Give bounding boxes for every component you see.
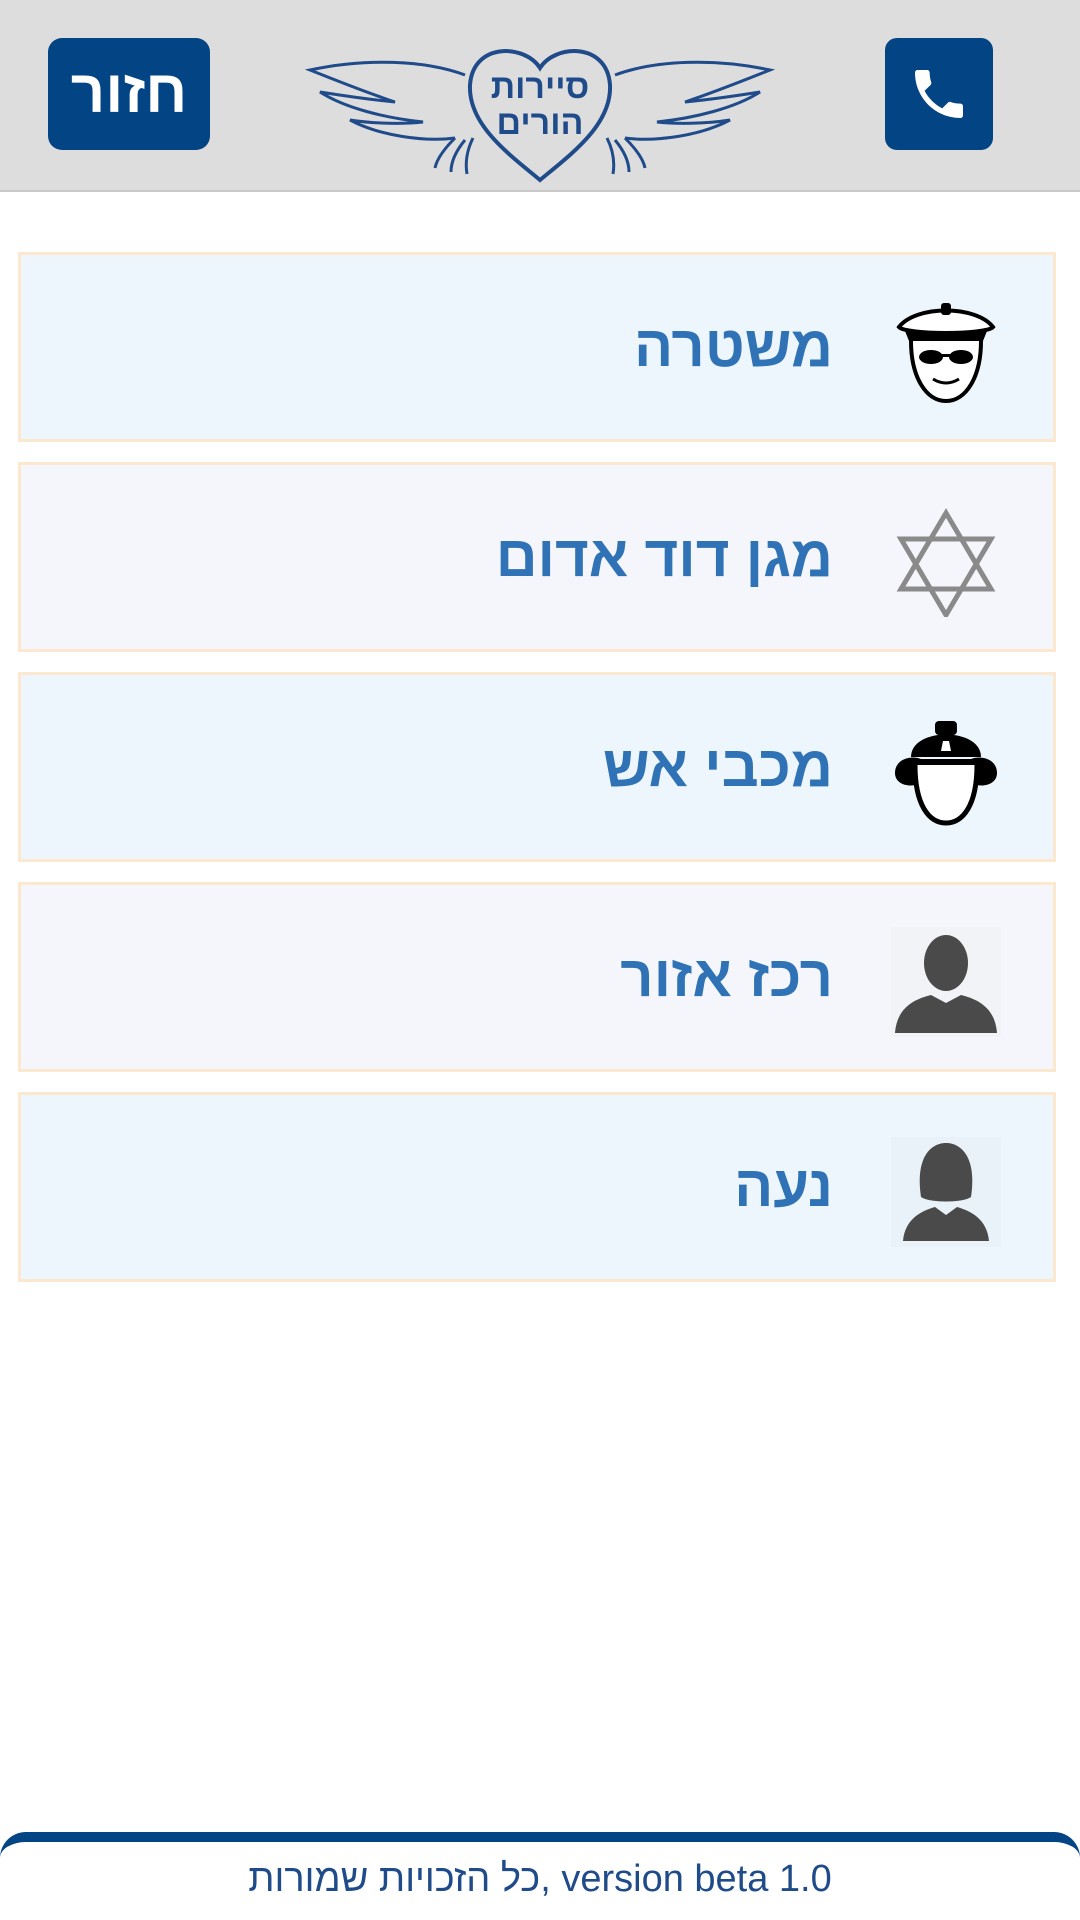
- contact-label: רכז אזור: [620, 944, 833, 1009]
- contact-label: נעה: [734, 1154, 833, 1219]
- app-header: חזור סיירות הורים: [0, 0, 1080, 192]
- star-of-david-icon: [896, 508, 996, 617]
- contact-item-mda[interactable]: מגן דוד אדום: [18, 462, 1056, 652]
- female-user-icon: [891, 1137, 1001, 1247]
- app-footer: כל הזכויות שמורות, version beta 1.0: [0, 1832, 1080, 1920]
- male-user-icon: [891, 927, 1001, 1037]
- emergency-contacts-list: משטרה מגן דוד אדום מכבי אש רכז אזור נעה: [18, 252, 1056, 1302]
- logo-text-line1: סיירות: [490, 68, 590, 106]
- app-screen: חזור סיירות הורים משטרה מגן דוד אדום מכב…: [0, 0, 1080, 1920]
- contact-item-fire[interactable]: מכבי אש: [18, 672, 1056, 862]
- phone-icon: [915, 70, 963, 118]
- contact-label: מכבי אש: [602, 734, 833, 799]
- firefighter-icon: [895, 721, 997, 826]
- call-button[interactable]: [885, 38, 993, 150]
- back-button[interactable]: חזור: [48, 38, 210, 150]
- contact-item-police[interactable]: משטרה: [18, 252, 1056, 442]
- contact-item-area-coordinator[interactable]: רכז אזור: [18, 882, 1056, 1072]
- contact-label: משטרה: [633, 314, 833, 379]
- contact-item-noa[interactable]: נעה: [18, 1092, 1056, 1282]
- police-officer-icon: [896, 303, 996, 404]
- app-logo: סיירות הורים: [304, 40, 776, 190]
- footer-copyright-text: כל הזכויות שמורות, version beta 1.0: [248, 1858, 832, 1900]
- contact-label: מגן דוד אדום: [495, 524, 833, 589]
- logo-text-line2: הורים: [496, 104, 584, 142]
